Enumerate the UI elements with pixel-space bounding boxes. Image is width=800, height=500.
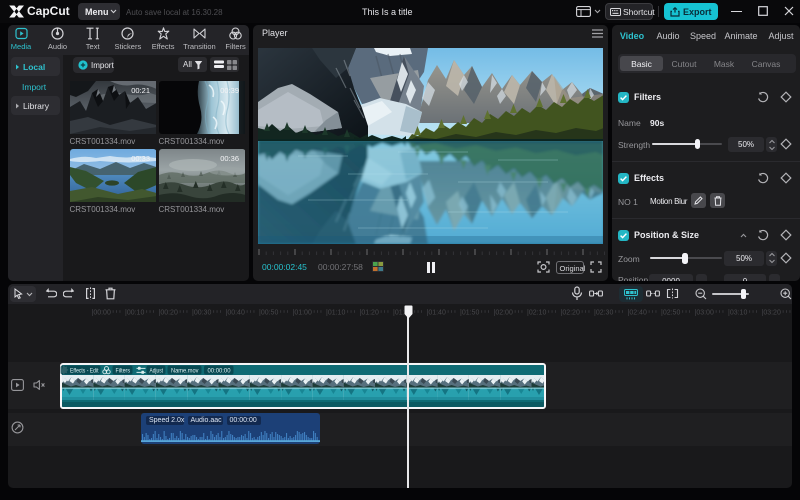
svg-text:|00:30: |00:30: [192, 310, 211, 317]
svg-text:|00:10: |00:10: [125, 310, 144, 317]
svg-text:|02:50: |02:50: [661, 310, 680, 317]
svg-text:|01:20: |01:20: [360, 310, 379, 317]
svg-text:|00:40: |00:40: [226, 310, 245, 317]
svg-text:00:33: 00:33: [131, 154, 150, 163]
svg-text:Name.mov: Name.mov: [171, 367, 199, 374]
svg-text:00:36: 00:36: [220, 154, 239, 163]
svg-text:00:39: 00:39: [220, 86, 239, 95]
svg-text:|02:10: |02:10: [527, 310, 546, 317]
svg-text:00:21: 00:21: [131, 86, 150, 95]
svg-text:Adjust: Adjust: [150, 367, 164, 374]
svg-text:|01:40: |01:40: [427, 310, 446, 317]
svg-text:|02:40: |02:40: [628, 310, 647, 317]
svg-text:|01:10: |01:10: [326, 310, 345, 317]
svg-text:|02:30: |02:30: [594, 310, 613, 317]
svg-text:|00:00: |00:00: [92, 310, 111, 317]
svg-text:|01:00: |01:00: [293, 310, 312, 317]
svg-text:|02:20: |02:20: [561, 310, 580, 317]
svg-text:|00:20: |00:20: [159, 310, 178, 317]
svg-text:Effects - Edit: Effects - Edit: [70, 367, 99, 374]
svg-text:|00:50: |00:50: [259, 310, 278, 317]
svg-text:Filters: Filters: [116, 367, 131, 374]
svg-text:|03:00: |03:00: [695, 310, 714, 317]
svg-text:|03:20: |03:20: [762, 310, 781, 317]
svg-text:00:00:00: 00:00:00: [208, 367, 231, 374]
svg-text:|01:50: |01:50: [460, 310, 479, 317]
svg-text:|02:00: |02:00: [494, 310, 513, 317]
svg-text:|03:10: |03:10: [728, 310, 747, 317]
